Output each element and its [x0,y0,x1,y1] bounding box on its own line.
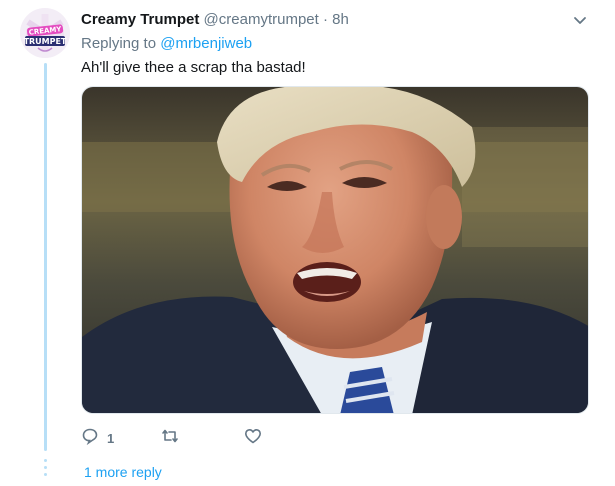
reply-icon[interactable] [81,427,99,450]
creamy-trumpet-logo: CREAMY TRUMPET [20,8,70,58]
chevron-down-icon[interactable] [572,12,588,28]
tweet-media-image[interactable] [81,86,589,414]
more-replies-link[interactable]: 1 more reply [84,464,162,480]
thread-more-dots [43,459,48,479]
timestamp[interactable]: 8h [332,11,349,28]
like-action[interactable] [244,428,270,448]
display-name[interactable]: Creamy Trumpet [81,11,199,28]
replying-to-mention[interactable]: @mrbenjiweb [160,35,252,52]
tweet-header: Creamy Trumpet @creamytrumpet · 8h [81,11,349,28]
replying-to-line: Replying to @mrbenjiweb [81,35,252,52]
photo-illustration [82,87,588,413]
avatar[interactable]: CREAMY TRUMPET [20,8,70,58]
heart-icon[interactable] [244,427,262,450]
reply-action[interactable]: 1 [81,428,114,448]
reply-count: 1 [107,430,115,446]
svg-text:TRUMPET: TRUMPET [24,37,67,46]
thread-connector-line [44,63,47,451]
retweet-action[interactable] [161,428,187,448]
separator-dot: · [322,11,328,28]
user-handle[interactable]: @creamytrumpet [204,11,319,28]
retweet-icon[interactable] [161,427,179,450]
tweet-text: Ah'll give thee a scrap tha bastad! [81,59,306,76]
replying-to-label: Replying to [81,35,157,52]
